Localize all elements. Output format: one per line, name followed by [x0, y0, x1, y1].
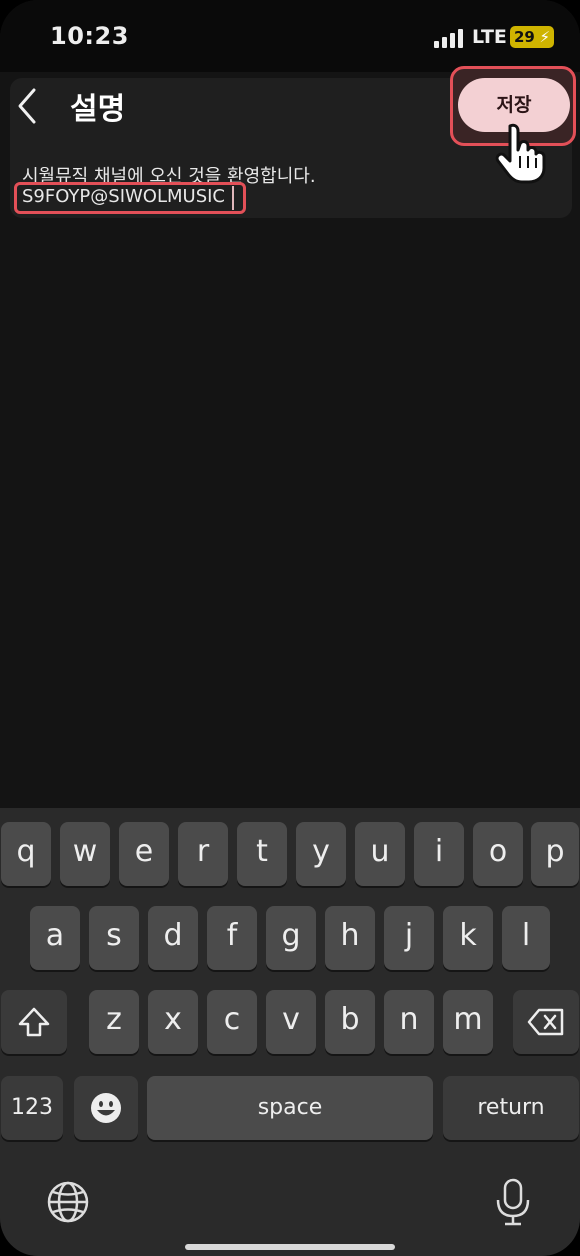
status-time: 10:23	[50, 22, 129, 50]
key-x[interactable]: x	[148, 990, 198, 1054]
description-text-line[interactable]: S9FOYP@SIWOLMUSIC	[22, 186, 225, 207]
emoji-key[interactable]	[74, 1076, 138, 1140]
space-key[interactable]: space	[147, 1076, 433, 1140]
shift-key[interactable]	[1, 990, 67, 1054]
battery-level: 29	[514, 28, 535, 46]
key-a[interactable]: a	[30, 906, 80, 970]
network-label: LTE	[472, 26, 507, 48]
page-title: 설명	[70, 92, 126, 127]
status-bar: 10:23 LTE 29 ⚡	[0, 0, 580, 72]
emoji-icon	[91, 1093, 121, 1123]
chevron-left-icon	[18, 88, 36, 124]
return-key[interactable]: return	[443, 1076, 579, 1140]
key-d[interactable]: d	[148, 906, 198, 970]
key-q[interactable]: q	[1, 822, 51, 886]
key-m[interactable]: m	[443, 990, 493, 1054]
key-b[interactable]: b	[325, 990, 375, 1054]
screen: 10:23 LTE 29 ⚡ 설명 저장 시월뮤직 채널에 오신 것을 환영합니…	[0, 0, 580, 1256]
key-n[interactable]: n	[384, 990, 434, 1054]
pointing-hand-icon	[495, 123, 546, 184]
key-r[interactable]: r	[178, 822, 228, 886]
key-c[interactable]: c	[207, 990, 257, 1054]
key-p[interactable]: p	[531, 822, 579, 886]
key-u[interactable]: u	[355, 822, 405, 886]
key-h[interactable]: h	[325, 906, 375, 970]
key-z[interactable]: z	[89, 990, 139, 1054]
back-button[interactable]	[12, 86, 42, 126]
key-k[interactable]: k	[443, 906, 493, 970]
keyboard: q w e r t y u i o p a s d f g h j k l z …	[0, 808, 580, 1256]
key-i[interactable]: i	[414, 822, 464, 886]
key-e[interactable]: e	[119, 822, 169, 886]
key-o[interactable]: o	[473, 822, 523, 886]
microphone-icon[interactable]	[494, 1178, 532, 1226]
numbers-key[interactable]: 123	[1, 1076, 63, 1140]
key-y[interactable]: y	[296, 822, 346, 886]
globe-icon[interactable]	[46, 1180, 90, 1224]
battery-icon: 29 ⚡	[510, 26, 554, 48]
shift-icon	[18, 1007, 50, 1037]
backspace-icon	[527, 1008, 564, 1036]
signal-icon	[434, 28, 468, 48]
key-j[interactable]: j	[384, 906, 434, 970]
key-l[interactable]: l	[502, 906, 550, 970]
key-f[interactable]: f	[207, 906, 257, 970]
key-w[interactable]: w	[60, 822, 110, 886]
backspace-key[interactable]	[513, 990, 579, 1054]
key-t[interactable]: t	[237, 822, 287, 886]
text-cursor	[232, 186, 234, 210]
charging-icon: ⚡	[539, 28, 550, 46]
key-v[interactable]: v	[266, 990, 316, 1054]
key-g[interactable]: g	[266, 906, 316, 970]
key-s[interactable]: s	[89, 906, 139, 970]
home-indicator[interactable]	[185, 1244, 395, 1250]
